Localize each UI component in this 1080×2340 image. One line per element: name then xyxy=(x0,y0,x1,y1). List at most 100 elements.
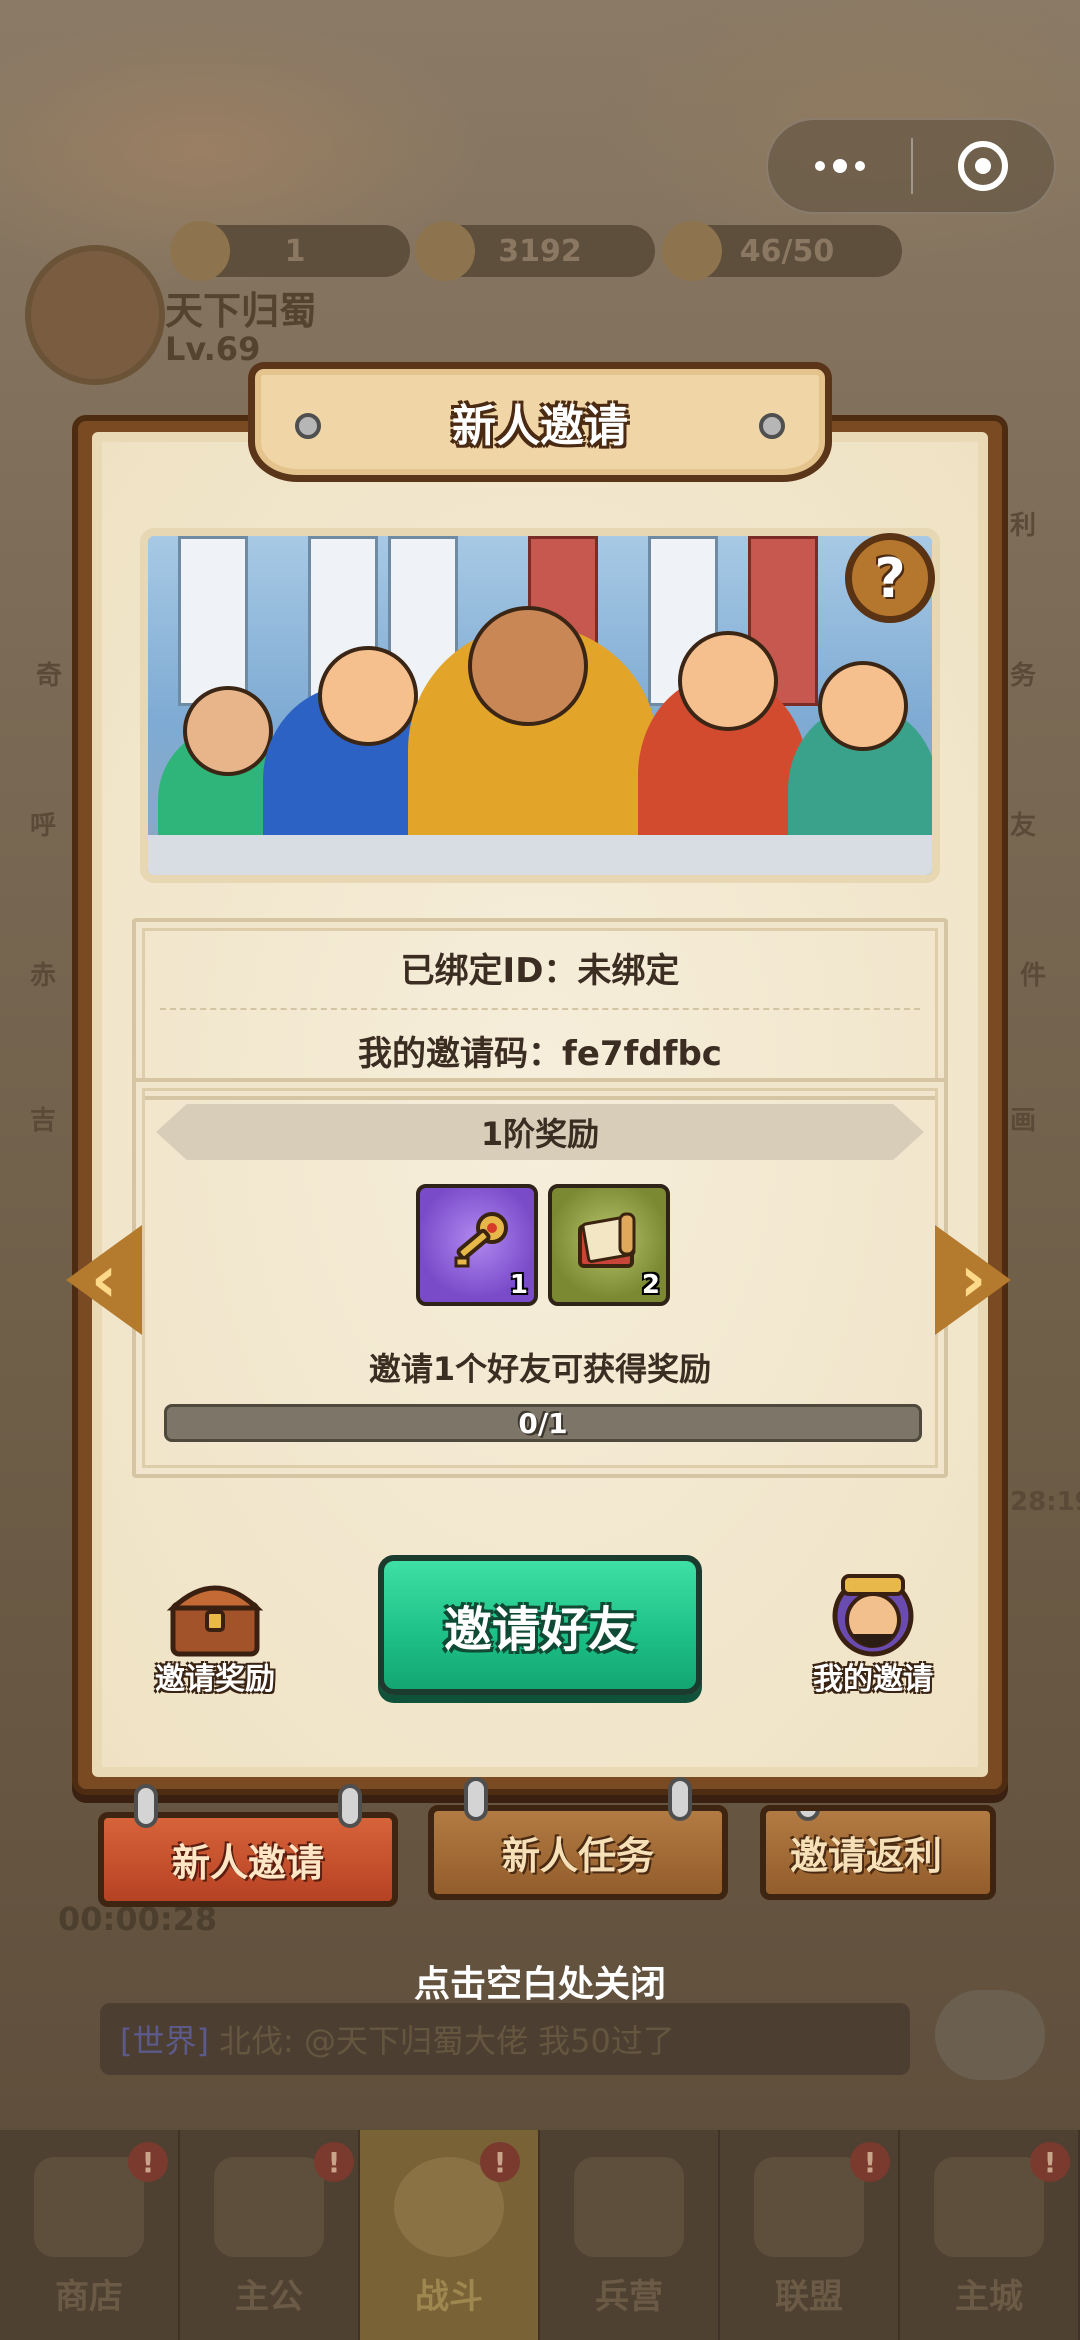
reward-count: 1 xyxy=(509,1270,528,1300)
barracks-icon xyxy=(574,2157,684,2257)
player-name: 天下归蜀 xyxy=(165,289,318,333)
nav-alliance: 联盟 ! xyxy=(720,2130,900,2340)
nav-label: 商店 xyxy=(55,2277,123,2317)
my-invites-label: 我的邀请 xyxy=(813,1662,933,1697)
notification-badge: ! xyxy=(1030,2142,1070,2182)
question-icon: ? xyxy=(874,546,906,610)
notification-badge: ! xyxy=(850,2142,890,2182)
treasure-chest-icon xyxy=(166,1585,264,1657)
resource-bar-gold: 1 xyxy=(170,221,410,281)
shop-sign xyxy=(178,536,248,706)
chat-channel: [世界] xyxy=(120,2022,209,2060)
invite-friends-button[interactable]: 邀请好友 xyxy=(378,1555,702,1695)
more-button[interactable] xyxy=(768,120,911,212)
reward-item-scroll[interactable]: 2 xyxy=(548,1184,670,1306)
hook-icon xyxy=(338,1784,362,1828)
invite-progress-bar: 0/1 xyxy=(164,1404,922,1442)
nav-label: 主城 xyxy=(955,2277,1023,2317)
notification-badge: ! xyxy=(128,2142,168,2182)
invite-requirement-text: 邀请1个好友可获得奖励 xyxy=(368,1350,712,1388)
hero-avatar-icon xyxy=(832,1574,914,1657)
tier-reward-box: 1阶奖励 1 2 邀请1个好友可获得奖励 0/1 xyxy=(132,1078,948,1478)
nav-label: 战斗 xyxy=(415,2277,483,2317)
dialog-title: 新人邀请 xyxy=(452,401,628,452)
side-label: 赤 xyxy=(30,961,57,991)
progress-text: 0/1 xyxy=(518,1406,568,1440)
hook-icon xyxy=(464,1777,488,1821)
coin-icon xyxy=(415,221,475,281)
tab-label: 新人任务 xyxy=(501,1834,654,1878)
nav-main-city: 主城 ! xyxy=(900,2130,1080,2340)
nav-battle: 战斗 ! xyxy=(360,2130,540,2340)
close-miniprogram-button[interactable] xyxy=(913,120,1054,212)
lord-icon xyxy=(214,2157,324,2257)
rivet-icon xyxy=(759,413,785,439)
side-timer: 28:19 xyxy=(1010,1487,1080,1517)
gold-icon xyxy=(170,221,230,281)
tab-invite-rebate[interactable]: 邀请返利 xyxy=(760,1805,996,1900)
character-face xyxy=(183,686,273,776)
alliance-icon xyxy=(754,2157,864,2257)
dialog-title-plaque: 新人邀请 xyxy=(248,362,832,482)
character-face xyxy=(468,606,588,726)
tier-label: 1阶奖励 xyxy=(156,1104,924,1160)
character-face xyxy=(818,661,908,751)
nav-barracks: 兵营 xyxy=(540,2130,720,2340)
target-icon xyxy=(958,141,1009,191)
banquet-table xyxy=(148,835,932,875)
side-label: 件 xyxy=(1020,961,1047,991)
player-level: Lv.69 xyxy=(165,330,261,368)
side-label: 友 xyxy=(1010,811,1037,841)
hook-icon xyxy=(134,1784,158,1828)
side-label: 奇 xyxy=(36,661,63,691)
invite-info-box: 已绑定ID：未绑定 我的邀请码：fe7fdfbc xyxy=(132,918,948,1100)
reward-count: 2 xyxy=(641,1270,660,1300)
character-face xyxy=(678,631,778,731)
world-chat: [世界] 北伐: @天下归蜀大佬 我50过了 xyxy=(100,2003,910,2075)
side-label: 画 xyxy=(1010,1106,1037,1136)
character-face xyxy=(318,646,418,746)
dot-icon xyxy=(814,161,825,171)
my-invites-button[interactable]: 我的邀请 xyxy=(783,1568,963,1698)
chat-message: 北伐: @天下归蜀大佬 我50过了 xyxy=(218,2022,675,2060)
side-label: 利 xyxy=(1010,511,1037,541)
bottom-nav: 商店 ! 主公 ! 战斗 ! 兵营 联盟 ! 主城 ! xyxy=(0,2130,1080,2340)
scroll-icon xyxy=(578,1212,636,1268)
tab-new-player-tasks[interactable]: 新人任务 xyxy=(428,1777,728,1900)
reward-item-key[interactable]: 1 xyxy=(416,1184,538,1306)
resource-value: 3192 xyxy=(498,233,582,269)
resource-value: 46/50 xyxy=(739,233,835,269)
hook-icon xyxy=(668,1777,692,1821)
hook-icon xyxy=(796,1811,820,1821)
resource-bar-food: 46/50 xyxy=(662,221,902,281)
rivet-icon xyxy=(295,413,321,439)
shop-icon xyxy=(34,2157,144,2257)
city-icon xyxy=(934,2157,1044,2257)
invite-rewards-button[interactable]: 邀请奖励 xyxy=(125,1568,305,1698)
nav-label: 主公 xyxy=(235,2277,303,2317)
food-icon xyxy=(662,221,722,281)
bound-id-text: 已绑定ID：未绑定 xyxy=(400,951,680,991)
help-button[interactable]: ? xyxy=(845,533,935,623)
resource-value: 1 xyxy=(284,233,306,269)
side-label: 呼 xyxy=(30,811,57,841)
resource-bar-coins: 3192 xyxy=(415,221,655,281)
nav-label: 兵营 xyxy=(595,2277,663,2317)
dot-icon xyxy=(854,161,865,171)
nav-label: 联盟 xyxy=(775,2277,843,2317)
dot-icon xyxy=(832,159,847,173)
tap-to-close-hint[interactable]: 点击空白处关闭 xyxy=(0,1955,1080,2007)
banner-illustration xyxy=(140,528,940,883)
tab-new-player-invite[interactable]: 新人邀请 xyxy=(98,1784,398,1907)
key-icon xyxy=(454,1212,508,1268)
nav-lord: 主公 ! xyxy=(180,2130,360,2340)
dashed-divider xyxy=(160,1008,920,1010)
miniprogram-capsule xyxy=(766,118,1056,214)
invite-code-text[interactable]: 我的邀请码：fe7fdfbc xyxy=(358,1026,722,1075)
notification-badge: ! xyxy=(314,2142,354,2182)
side-label: 务 xyxy=(1010,661,1037,691)
invite-rewards-label: 邀请奖励 xyxy=(155,1662,275,1697)
tab-label: 邀请返利 xyxy=(790,1834,943,1878)
tab-label: 新人邀请 xyxy=(171,1841,324,1885)
side-label: 吉 xyxy=(30,1106,57,1136)
